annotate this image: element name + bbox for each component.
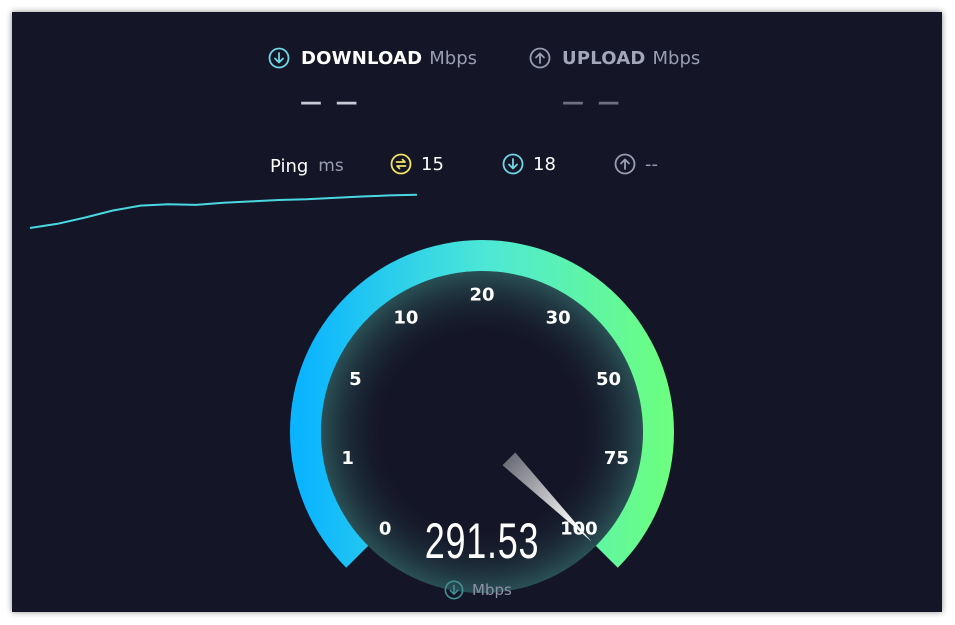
- gauge-tick-75: 75: [604, 448, 629, 469]
- gauge-tick-50: 50: [596, 369, 621, 390]
- history-graph: [29, 193, 418, 229]
- gauge-tick-10: 10: [393, 308, 418, 329]
- speed-unit: Mbps: [472, 581, 512, 599]
- gauge-tick-0: 0: [379, 518, 392, 539]
- gauge-tick-5: 5: [349, 369, 362, 390]
- gauge-tick-30: 30: [546, 308, 571, 329]
- history-line: [29, 193, 418, 229]
- speed-readout: 291.53: [424, 513, 540, 569]
- download-arrow-icon: [444, 580, 464, 600]
- gauge-tick-1: 1: [341, 448, 354, 469]
- gauge-tick-20: 20: [469, 285, 494, 306]
- speedtest-panel: DOWNLOAD Mbps — — UPLOAD Mbps — — Ping m…: [12, 12, 942, 612]
- speed-unit-row: Mbps: [444, 580, 512, 600]
